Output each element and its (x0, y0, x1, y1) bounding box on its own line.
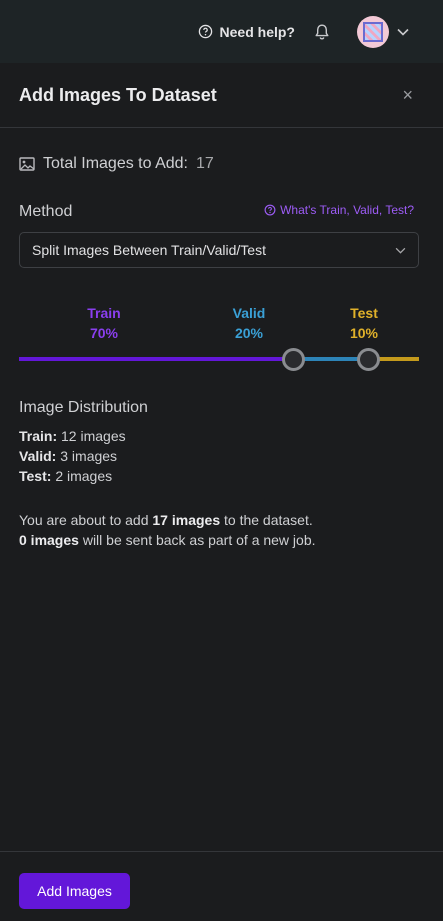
slider-handle-train-valid[interactable] (282, 348, 305, 371)
summary-text: You are about to add (19, 512, 153, 528)
chevron-down-icon (395, 247, 406, 254)
summary-count: 17 images (152, 512, 221, 528)
distribution-row: Train: 12 images (19, 426, 126, 446)
account-menu-toggle[interactable] (397, 28, 409, 36)
total-images-row: Total Images to Add: 17 (19, 155, 214, 173)
notifications-button[interactable] (313, 23, 331, 41)
need-help-link[interactable]: Need help? (198, 24, 295, 40)
summary-line-2: 0 images will be sent back as part of a … (19, 530, 316, 550)
slider-segment-train (19, 357, 294, 361)
split-test-percent: 10% (349, 325, 379, 341)
image-distribution-title: Image Distribution (19, 399, 148, 416)
distribution-row: Test: 2 images (19, 466, 126, 486)
summary-line-1: You are about to add 17 images to the da… (19, 510, 316, 530)
method-select-value: Split Images Between Train/Valid/Test (32, 242, 266, 258)
split-train-percent: 70% (89, 325, 119, 341)
image-distribution-list: Train: 12 images Valid: 3 images Test: 2… (19, 426, 126, 486)
distribution-value: 3 images (60, 448, 118, 464)
distribution-label: Valid: (19, 448, 57, 464)
split-test-name: Test (350, 305, 378, 321)
split-valid-label: Valid 20% (226, 303, 272, 343)
split-train-name: Train (87, 305, 121, 321)
help-circle-icon (264, 204, 276, 216)
split-valid-percent: 20% (234, 325, 264, 341)
panel-footer: Add Images (0, 851, 443, 921)
total-images-label: Total Images to Add: (43, 155, 188, 172)
close-button[interactable]: × (402, 86, 413, 104)
distribution-label: Train: (19, 428, 58, 444)
top-bar: Need help? (0, 0, 443, 63)
method-label: Method (19, 203, 73, 220)
summary-text: will be sent back as part of a new job. (78, 532, 316, 548)
chevron-down-icon (397, 28, 409, 36)
split-valid-name: Valid (232, 305, 266, 321)
distribution-value: 2 images (55, 468, 113, 484)
distribution-label: Test: (19, 468, 52, 484)
avatar-image (363, 21, 383, 42)
distribution-value: 12 images (61, 428, 126, 444)
total-images-value: 17 (195, 155, 214, 172)
train-valid-test-help-link[interactable]: What's Train, Valid, Test? (264, 203, 414, 217)
split-train-label: Train 70% (84, 303, 124, 343)
bell-icon (315, 24, 329, 39)
panel-title: Add Images To Dataset (19, 84, 217, 105)
summary-note: You are about to add 17 images to the da… (19, 510, 316, 550)
need-help-label: Need help? (219, 23, 295, 40)
distribution-row: Valid: 3 images (19, 446, 126, 466)
split-test-label: Test 10% (344, 303, 384, 343)
image-icon (19, 157, 35, 171)
summary-count: 0 images (19, 532, 79, 548)
avatar[interactable] (357, 15, 389, 48)
method-select[interactable]: Split Images Between Train/Valid/Test (19, 232, 419, 268)
slider-handle-valid-test[interactable] (357, 348, 380, 371)
panel-header: Add Images To Dataset × (0, 63, 443, 128)
help-circle-icon (198, 24, 212, 39)
add-images-button[interactable]: Add Images (19, 873, 130, 909)
help-link-label: What's Train, Valid, Test? (280, 203, 414, 217)
summary-text: to the dataset. (220, 512, 313, 528)
